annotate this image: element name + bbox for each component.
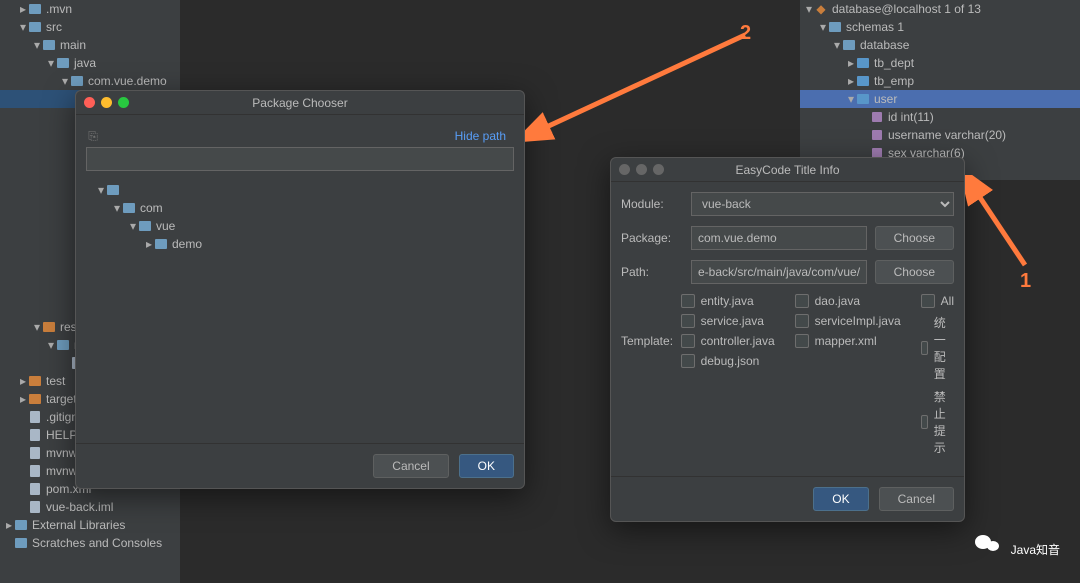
tree-item[interactable]: ▾ database: [800, 36, 1080, 54]
tree-item[interactable]: ▸ External Libraries: [0, 516, 180, 534]
dialog-title: EasyCode Title Info: [611, 163, 964, 177]
template-checkbox[interactable]: debug.json: [681, 354, 775, 368]
expand-icon[interactable]: ▸: [846, 74, 856, 88]
path-input[interactable]: [86, 147, 514, 171]
tree-item[interactable]: ▾ com.vue.demo: [0, 72, 180, 90]
tree-item-label: External Libraries: [32, 518, 125, 532]
expand-icon[interactable]: ▸: [18, 374, 28, 388]
database-tree-panel: ▾◆database@localhost 1 of 13▾schemas 1▾d…: [800, 0, 1080, 180]
cancel-button[interactable]: Cancel: [373, 454, 448, 478]
package-tree-item[interactable]: ▾com: [96, 199, 514, 217]
expand-icon[interactable]: ▾: [804, 2, 814, 16]
template-checkbox[interactable]: service.java: [681, 314, 775, 328]
template-checkbox[interactable]: serviceImpl.java: [795, 314, 901, 328]
tree-item-label: com.vue.demo: [88, 74, 167, 88]
tree-item[interactable]: username varchar(20): [800, 126, 1080, 144]
tree-item-label: schemas 1: [846, 20, 904, 34]
tree-item[interactable]: id int(11): [800, 108, 1080, 126]
dialog-titlebar: EasyCode Title Info: [611, 158, 964, 182]
expand-icon[interactable]: ▸: [846, 56, 856, 70]
tree-item[interactable]: Scratches and Consoles: [0, 534, 180, 552]
ok-button[interactable]: OK: [459, 454, 514, 478]
tree-item-label: tb_dept: [874, 56, 914, 70]
tree-item[interactable]: ▾◆database@localhost 1 of 13: [800, 0, 1080, 18]
annotation-arrow-icon: [525, 25, 755, 145]
tree-item-label: username varchar(20): [888, 128, 1006, 142]
tree-item[interactable]: ▸ tb_dept: [800, 54, 1080, 72]
new-folder-icon[interactable]: ⎘: [86, 129, 100, 143]
tree-item[interactable]: ▸ .mvn: [0, 0, 180, 18]
package-label: Package:: [621, 231, 691, 245]
tree-item-label: database: [860, 38, 909, 52]
tree-item-label: database@localhost 1 of 13: [832, 2, 981, 16]
expand-icon[interactable]: ▾: [846, 92, 856, 106]
annotation-arrow-icon: [965, 175, 1035, 275]
tree-item[interactable]: ▾ user: [800, 90, 1080, 108]
package-chooser-dialog: Package Chooser ⎘ Hide path ▾▾com▾vue▸de…: [75, 90, 525, 489]
choose-path-button[interactable]: Choose: [875, 260, 954, 284]
template-checkbox[interactable]: 禁止提示: [921, 388, 954, 456]
template-checkbox[interactable]: controller.java: [681, 334, 775, 348]
expand-icon[interactable]: ▾: [818, 20, 828, 34]
annotation-label: 2: [740, 22, 751, 45]
dialog-titlebar: Package Chooser: [76, 91, 524, 115]
package-tree-item[interactable]: ▾vue: [96, 217, 514, 235]
package-tree[interactable]: ▾▾com▾vue▸demo: [86, 181, 514, 253]
tree-item-label: test: [46, 374, 65, 388]
tree-item-label: Scratches and Consoles: [32, 536, 162, 550]
tree-item-label: tb_emp: [874, 74, 914, 88]
expand-icon[interactable]: ▾: [832, 38, 842, 52]
watermark: Java知音: [975, 535, 1060, 563]
package-input[interactable]: [691, 226, 867, 250]
hide-path-link[interactable]: Hide path: [447, 125, 514, 147]
tree-item[interactable]: ▾ src: [0, 18, 180, 36]
tree-item-label: user: [874, 92, 897, 106]
easycode-dialog: EasyCode Title Info Module: vue-back Pac…: [610, 157, 965, 522]
module-label: Module:: [621, 197, 691, 211]
choose-package-button[interactable]: Choose: [875, 226, 954, 250]
package-tree-item[interactable]: ▸demo: [96, 235, 514, 253]
tree-item-label: src: [46, 20, 62, 34]
expand-icon[interactable]: ▸: [18, 392, 28, 406]
template-label: Template:: [621, 294, 681, 348]
tree-item[interactable]: vue-back.iml: [0, 498, 180, 516]
tree-item-label: java: [74, 56, 96, 70]
tree-item-label: vue-back.iml: [46, 500, 113, 514]
expand-icon[interactable]: ▾: [60, 74, 70, 88]
template-checkbox[interactable]: All: [921, 294, 954, 308]
tree-item[interactable]: ▸ tb_emp: [800, 72, 1080, 90]
cancel-button[interactable]: Cancel: [879, 487, 954, 511]
ok-button[interactable]: OK: [813, 487, 868, 511]
template-checkbox[interactable]: mapper.xml: [795, 334, 901, 348]
tree-item-label: id int(11): [888, 110, 934, 124]
annotation-label: 1: [1020, 270, 1031, 293]
package-tree-item[interactable]: ▾: [96, 181, 514, 199]
tree-item[interactable]: ▾ java: [0, 54, 180, 72]
expand-icon[interactable]: ▸: [18, 2, 28, 16]
dialog-title: Package Chooser: [76, 96, 524, 110]
path-input[interactable]: [691, 260, 867, 284]
tree-item[interactable]: ▾ main: [0, 36, 180, 54]
tree-item[interactable]: ▾ schemas 1: [800, 18, 1080, 36]
module-select[interactable]: vue-back: [691, 192, 954, 216]
template-grid: entity.java service.java controller.java de…: [681, 294, 954, 456]
tree-item-label: target: [46, 392, 77, 406]
template-checkbox[interactable]: dao.java: [795, 294, 901, 308]
tree-item-label: mvnw: [46, 446, 77, 460]
path-label: Path:: [621, 265, 691, 279]
expand-icon[interactable]: ▾: [32, 38, 42, 52]
tree-item-label: .mvn: [46, 2, 72, 16]
wechat-icon: [975, 535, 1003, 563]
expand-icon[interactable]: ▸: [4, 518, 14, 532]
tree-item-label: main: [60, 38, 86, 52]
expand-icon[interactable]: ▾: [46, 56, 56, 70]
template-checkbox[interactable]: 统一配置: [921, 314, 954, 382]
expand-icon[interactable]: ▾: [46, 338, 56, 352]
template-checkbox[interactable]: entity.java: [681, 294, 775, 308]
expand-icon[interactable]: ▾: [32, 320, 42, 334]
expand-icon[interactable]: ▾: [18, 20, 28, 34]
